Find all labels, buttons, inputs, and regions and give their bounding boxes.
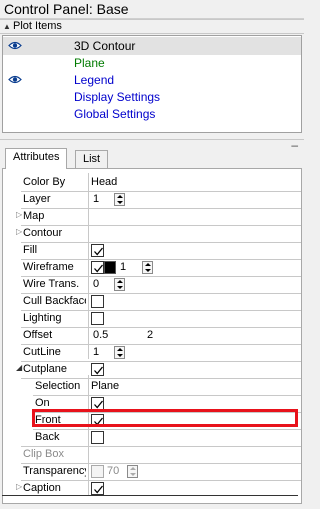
expand-arrow-icon[interactable]: ▷ (16, 482, 22, 491)
prop-cull-backface[interactable]: Cull Backface (3, 293, 301, 310)
prop-contour[interactable]: ▷ Contour (3, 225, 301, 242)
tab-label: Attributes (13, 151, 60, 163)
prop-wire-trans[interactable]: Wire Trans. 0 (3, 276, 301, 293)
wireframe-width-value[interactable]: 1 (120, 261, 126, 273)
collapse-arrow-icon[interactable]: ▲ (3, 22, 11, 31)
prop-label: Offset (23, 329, 53, 341)
cutline-spinner[interactable] (114, 346, 125, 359)
prop-label: Lighting (23, 312, 62, 324)
prop-transparency[interactable]: Transparency 70 (3, 463, 301, 480)
eye-icon[interactable] (8, 41, 22, 50)
prop-fill[interactable]: Fill (3, 242, 301, 259)
layer-value[interactable]: 1 (93, 193, 99, 205)
caption-checkbox[interactable] (91, 482, 104, 495)
wireframe-color-swatch[interactable] (104, 261, 116, 274)
offset-value-1[interactable]: 0.5 (93, 329, 108, 341)
tab-attributes[interactable]: Attributes (5, 148, 68, 169)
prop-offset[interactable]: Offset 0.5 2 (3, 327, 301, 344)
plot-items-header-label: Plot Items (13, 20, 62, 32)
window-titlebar: Control Panel: Base (0, 0, 304, 19)
transparency-value[interactable]: 70 (107, 465, 119, 477)
prop-clip-box: Clip Box (3, 446, 301, 463)
attributes-panel: Color By Head Layer 1 ▷ Map ▷ Contour Fi… (2, 168, 302, 504)
prop-label: Contour (23, 227, 63, 239)
lighting-checkbox[interactable] (91, 312, 104, 325)
plot-item-label: 3D Contour (74, 39, 136, 53)
plot-item-legend[interactable]: Legend (3, 71, 301, 89)
wireframe-width-spinner[interactable] (142, 261, 153, 274)
plot-item-global-settings[interactable]: Global Settings (3, 105, 301, 123)
prop-label: On (35, 397, 50, 409)
attributes-section-header[interactable]: – (0, 138, 304, 152)
prop-label: Selection (35, 380, 81, 392)
prop-wireframe[interactable]: Wireframe 1 (3, 259, 301, 276)
prop-label: CutLine (23, 346, 61, 358)
wireframe-checkbox[interactable] (91, 261, 104, 274)
tab-bar: Attributes List (0, 148, 304, 169)
plot-items-list[interactable]: 3D Contour Plane Legend Display Settings… (2, 35, 302, 133)
prop-label: Wire Trans. (23, 278, 80, 290)
cutplane-checkbox[interactable] (91, 363, 104, 376)
offset-value-2[interactable]: 2 (147, 329, 153, 341)
expand-arrow-icon[interactable]: ▷ (16, 210, 22, 219)
prop-cutplane[interactable]: ◢ Cutplane (3, 361, 301, 378)
prop-map[interactable]: ▷ Map (3, 208, 301, 225)
plot-item-label: Legend (74, 73, 115, 87)
prop-label: Color By (23, 176, 66, 188)
back-checkbox[interactable] (91, 431, 104, 444)
prop-cutplane-selection[interactable]: Selection Plane (3, 378, 301, 395)
plot-item-label: Plane (74, 56, 105, 70)
wire-trans-spinner[interactable] (114, 278, 125, 291)
prop-cutplane-back[interactable]: Back (3, 429, 301, 446)
tab-list[interactable]: List (75, 150, 109, 168)
prop-lighting[interactable]: Lighting (3, 310, 301, 327)
plot-item-label: Display Settings (74, 90, 161, 104)
prop-label: Caption (23, 482, 61, 494)
fill-checkbox[interactable] (91, 244, 104, 257)
prop-label: Fill (23, 244, 38, 256)
plot-item-plane[interactable]: Plane (3, 54, 301, 72)
prop-label: Transparency (23, 465, 86, 477)
layer-spinner[interactable] (114, 193, 125, 206)
prop-label: Cull Backface (23, 295, 86, 307)
plot-item-display-settings[interactable]: Display Settings (3, 88, 301, 106)
front-row-highlight (32, 409, 298, 427)
cutline-value[interactable]: 1 (93, 346, 99, 358)
transparency-checkbox[interactable] (91, 465, 104, 478)
prop-label: Back (35, 431, 60, 443)
selection-value[interactable]: Plane (91, 380, 119, 392)
prop-label: Cutplane (23, 363, 68, 375)
prop-layer[interactable]: Layer 1 (3, 191, 301, 208)
plot-item-label: Global Settings (74, 107, 156, 121)
prop-label: Wireframe (23, 261, 74, 273)
collapse-arrow-icon[interactable]: ◢ (16, 363, 22, 372)
prop-label: Clip Box (23, 448, 64, 460)
prop-cutline[interactable]: CutLine 1 (3, 344, 301, 361)
expand-arrow-icon[interactable]: ▷ (16, 227, 22, 236)
tab-label: List (83, 153, 101, 165)
transparency-spinner[interactable] (127, 465, 138, 478)
plot-item-3d-contour[interactable]: 3D Contour (3, 37, 301, 55)
plot-items-header[interactable]: ▲ Plot Items (0, 19, 304, 34)
color-by-value[interactable]: Head (91, 176, 117, 188)
prop-color-by[interactable]: Color By Head (3, 174, 301, 191)
eye-icon[interactable] (8, 75, 22, 84)
wire-trans-value[interactable]: 0 (93, 278, 99, 290)
prop-label: Map (23, 210, 45, 222)
cull-backface-checkbox[interactable] (91, 295, 104, 308)
window-title: Control Panel: Base (4, 1, 129, 17)
prop-label: Layer (23, 193, 51, 205)
panel-bottom-divider (2, 495, 298, 496)
